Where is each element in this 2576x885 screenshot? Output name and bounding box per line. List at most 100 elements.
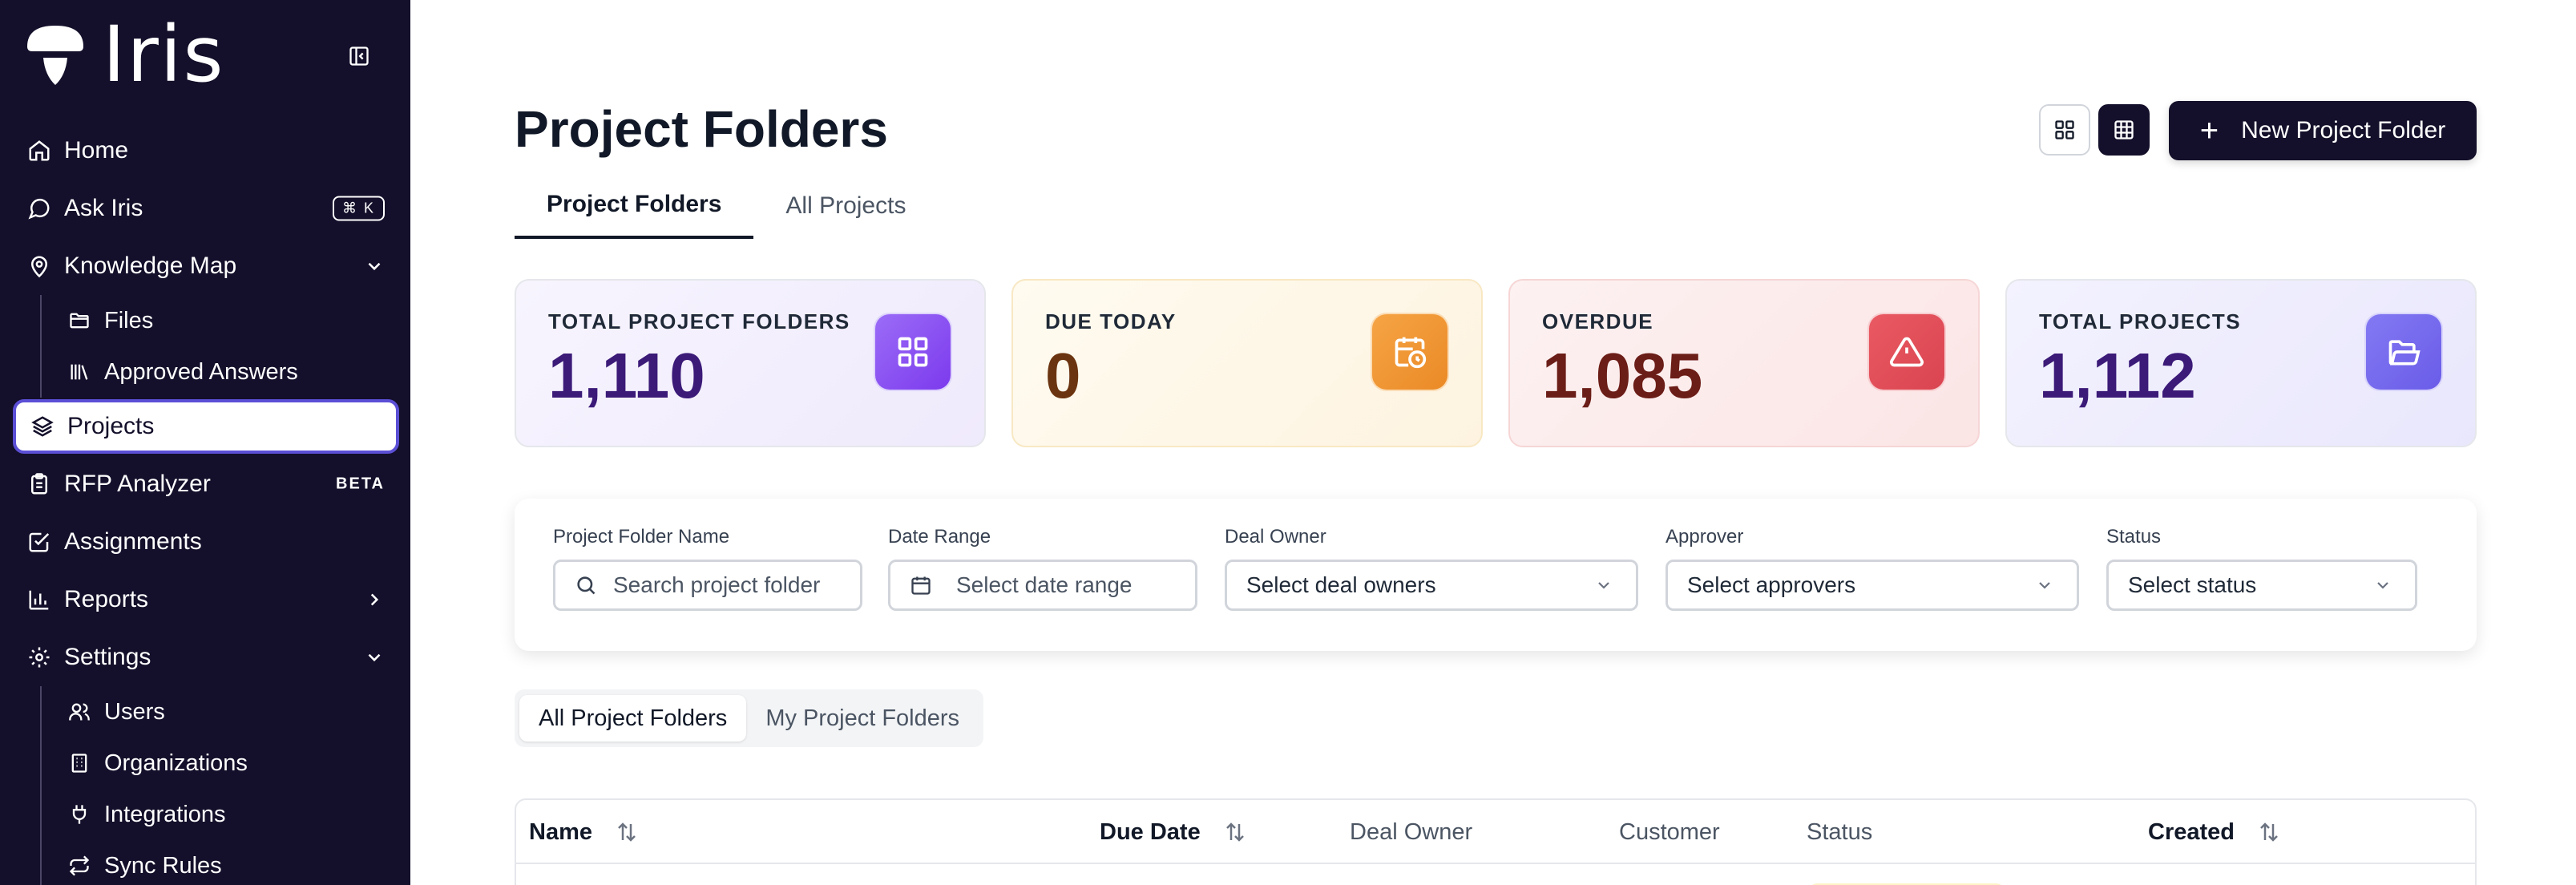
calendar-clock-icon (1372, 314, 1447, 390)
project-folders-table: Name Due Date Deal Owner Customer Status… (515, 798, 2477, 885)
column-label: Name (529, 818, 592, 845)
sidebar-item-rfp-analyzer[interactable]: RFP Analyzer BETA (13, 455, 399, 513)
sort-icon[interactable] (615, 820, 639, 844)
view-mode-toggle (2039, 104, 2150, 156)
app-name: Iris (103, 10, 225, 99)
building-icon (66, 750, 93, 777)
sidebar-item-projects[interactable]: Projects (13, 399, 399, 454)
deal-owner-value: Select deal owners (1246, 572, 1436, 597)
sync-icon (66, 852, 93, 879)
stat-card-overdue: OVERDUE 1,085 (1508, 279, 1980, 447)
table-header: Name Due Date Deal Owner Customer Status… (516, 800, 2475, 864)
status-select[interactable]: Select status (2106, 560, 2417, 611)
column-label: Due Date (1100, 818, 1201, 845)
filter-deal-owner: Deal Owner Select deal owners (1225, 526, 1638, 611)
sidebar-item-settings[interactable]: Settings (13, 628, 399, 686)
grid-view-button[interactable] (2039, 104, 2090, 156)
sidebar: Iris Home Ask Iris ⌘ K Knowledge Map Fil… (0, 0, 410, 885)
sidebar-item-ask-iris[interactable]: Ask Iris ⌘ K (13, 180, 399, 237)
check-square-icon (26, 528, 53, 556)
sort-icon[interactable] (2257, 820, 2281, 844)
sidebar-item-label: Settings (64, 644, 151, 670)
gear-icon (26, 644, 53, 671)
sidebar-collapse-icon (349, 46, 369, 66)
sidebar-item-label: Sync Rules (104, 852, 222, 879)
settings-submenu: Users Organizations Integrations Sync Ru… (40, 686, 399, 885)
sidebar-item-label: Files (104, 307, 154, 333)
column-header-created[interactable]: Created (2148, 800, 2281, 864)
new-project-folder-label: New Project Folder (2241, 117, 2446, 143)
layers-icon (29, 413, 56, 440)
chat-icon (26, 195, 53, 222)
sidebar-item-files[interactable]: Files (42, 295, 399, 346)
chevron-down-icon (2373, 576, 2392, 595)
new-project-folder-button[interactable]: + New Project Folder (2169, 101, 2477, 160)
sort-icon[interactable] (1223, 820, 1247, 844)
my-project-folders-toggle[interactable]: My Project Folders (746, 695, 979, 742)
filter-label: Deal Owner (1225, 526, 1326, 548)
page-title: Project Folders (515, 100, 888, 158)
warning-icon (1869, 314, 1944, 390)
table-view-button[interactable] (2098, 104, 2150, 156)
sidebar-item-sync-rules[interactable]: Sync Rules (42, 840, 399, 885)
page-tabs: Project Folders All Projects (515, 173, 938, 239)
column-label: Created (2148, 818, 2235, 845)
column-header-due-date[interactable]: Due Date (1100, 800, 1247, 864)
project-folder-search-input[interactable]: Search project folder (553, 560, 862, 611)
sidebar-item-label: Reports (64, 586, 149, 612)
filter-approver: Approver Select approvers (1666, 526, 2079, 611)
sidebar-item-label: Projects (67, 413, 155, 439)
users-icon (66, 698, 93, 725)
search-icon (575, 574, 597, 596)
filter-label: Project Folder Name (553, 526, 730, 548)
sidebar-item-users[interactable]: Users (42, 686, 399, 738)
sidebar-item-integrations[interactable]: Integrations (42, 789, 399, 840)
app-logo[interactable]: Iris (26, 10, 225, 99)
grid-icon (2055, 120, 2074, 139)
plug-icon (66, 801, 93, 828)
sidebar-item-label: Users (104, 698, 165, 725)
sidebar-item-label: Knowledge Map (64, 253, 237, 279)
tab-all-projects[interactable]: All Projects (753, 173, 938, 239)
column-header-name[interactable]: Name (529, 800, 639, 864)
approver-select[interactable]: Select approvers (1666, 560, 2079, 611)
collapse-sidebar-button[interactable] (346, 43, 372, 69)
chevron-down-icon (2035, 576, 2054, 595)
tab-project-folders[interactable]: Project Folders (515, 173, 754, 239)
iris-logo-icon (27, 26, 83, 85)
date-range-picker[interactable]: Select date range (888, 560, 1197, 611)
sidebar-item-organizations[interactable]: Organizations (42, 738, 399, 789)
bar-chart-icon (26, 586, 53, 613)
plus-icon: + (2199, 113, 2219, 148)
knowledge-map-submenu: Files Approved Answers (40, 295, 399, 398)
sidebar-item-label: Organizations (104, 750, 248, 776)
chevron-right-icon (364, 589, 385, 610)
sidebar-item-reports[interactable]: Reports (13, 571, 399, 628)
sidebar-item-knowledge-map[interactable]: Knowledge Map (13, 237, 399, 295)
sidebar-item-label: Integrations (104, 801, 226, 827)
sidebar-item-approved-answers[interactable]: Approved Answers (42, 346, 399, 398)
sidebar-item-label: Assignments (64, 528, 202, 555)
chevron-down-icon (1594, 576, 1613, 595)
sidebar-item-label: Home (64, 137, 129, 164)
calendar-icon (910, 574, 932, 596)
sidebar-item-assignments[interactable]: Assignments (13, 513, 399, 571)
stat-card-total-projects: TOTAL PROJECTS 1,112 (2005, 279, 2477, 447)
all-project-folders-toggle[interactable]: All Project Folders (519, 695, 747, 742)
date-range-placeholder: Select date range (956, 572, 1133, 597)
table-icon (2114, 120, 2134, 139)
deal-owner-select[interactable]: Select deal owners (1225, 560, 1638, 611)
sidebar-item-label: RFP Analyzer (64, 471, 211, 497)
shortcut-badge: ⌘ K (332, 196, 385, 221)
sidebar-item-home[interactable]: Home (13, 122, 399, 180)
clipboard-icon (26, 471, 53, 498)
filter-panel: Project Folder Name Search project folde… (515, 499, 2477, 651)
stat-cards: TOTAL PROJECT FOLDERS 1,110 DUE TODAY 0 … (515, 279, 2477, 447)
filter-date-range: Date Range Select date range (888, 526, 1197, 611)
home-icon (26, 137, 53, 164)
column-header-customer: Customer (1619, 818, 1720, 845)
sidebar-item-label: Ask Iris (64, 195, 143, 221)
folder-icon (66, 307, 93, 334)
map-pin-icon (26, 253, 53, 280)
stat-card-due-today: DUE TODAY 0 (1011, 279, 1483, 447)
